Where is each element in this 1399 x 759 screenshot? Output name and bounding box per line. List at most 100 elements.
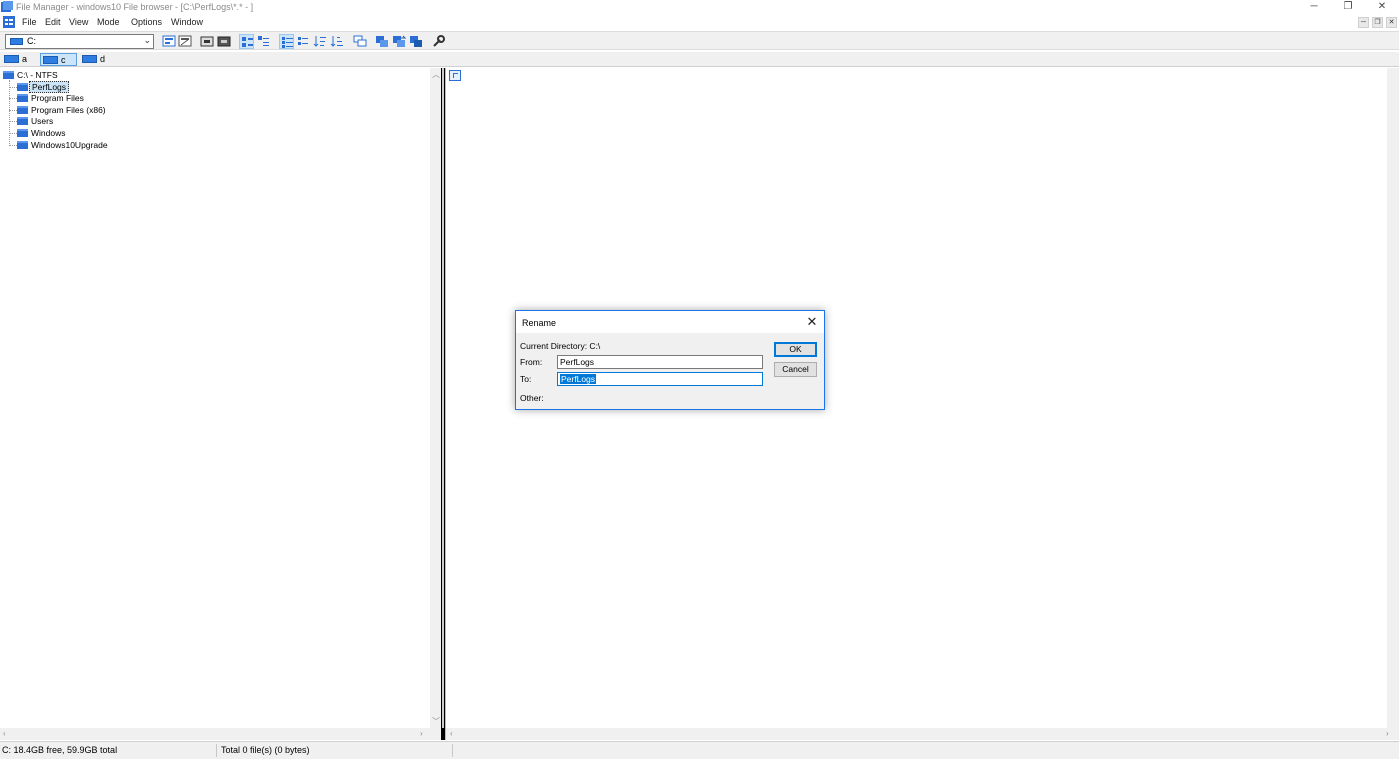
tree-item-label: Program Files [31, 93, 84, 103]
rename-dialog: Rename ✕ Current Directory: C:\ From: Pe… [515, 310, 825, 410]
file-manager-window: File Manager - windows10 File browser - … [0, 0, 1399, 759]
copy-icon[interactable] [375, 34, 390, 49]
sort-type-icon[interactable] [313, 34, 328, 49]
splitter-gap [442, 68, 444, 728]
drive-icon [10, 38, 23, 45]
drive-c-label: c [61, 55, 66, 65]
floppy-drive-icon [4, 55, 19, 63]
mdi-close-button[interactable]: ✕ [1386, 17, 1397, 28]
tree-vertical-scrollbar[interactable]: ︿ ﹀ [430, 68, 441, 728]
to-field[interactable]: PerfLogs [557, 372, 763, 386]
folder-icon [17, 129, 28, 137]
menu-options[interactable]: Options [131, 17, 162, 27]
drive-select[interactable]: C: ⌄ [5, 34, 154, 49]
mdi-restore-button[interactable]: ❐ [1372, 17, 1383, 28]
scroll-up-icon[interactable]: ︿ [432, 69, 440, 80]
tree-item-label: Program Files (x86) [31, 105, 106, 115]
menu-view[interactable]: View [69, 17, 88, 27]
status-divider [452, 744, 453, 757]
sort-name-icon[interactable] [296, 34, 311, 49]
tree-connector [9, 80, 10, 146]
drive-select-value: C: [27, 36, 36, 46]
tree-item-label: PerfLogs [29, 81, 70, 93]
menu-file[interactable]: File [22, 17, 37, 27]
tree-dir-icon[interactable] [239, 34, 254, 49]
child-window-icon[interactable] [3, 16, 15, 28]
scroll-right-icon[interactable]: › [420, 729, 423, 738]
tree-item-label: Windows [31, 128, 66, 138]
minimize-button[interactable]: ─ [1297, 0, 1331, 15]
connect-net-icon[interactable] [162, 34, 177, 49]
tree-connector [9, 98, 17, 99]
parent-directory-icon[interactable] [449, 70, 461, 81]
ok-button[interactable]: OK [774, 342, 817, 357]
hard-drive-icon [43, 56, 58, 64]
status-bar: C: 18.4GB free, 59.9GB total Total 0 fil… [0, 741, 1399, 759]
status-divider [216, 744, 217, 757]
delete-icon[interactable] [409, 34, 424, 49]
stop-share-icon[interactable] [217, 34, 232, 49]
folder-icon [17, 106, 28, 114]
tree-connector [9, 121, 17, 122]
cd-drive-icon [82, 55, 97, 63]
other-label: Other: [520, 393, 544, 403]
options-wrench-icon[interactable] [431, 34, 446, 49]
file-horizontal-scrollbar[interactable]: ‹ › [446, 728, 1399, 740]
file-count-status: Total 0 file(s) (0 bytes) [221, 745, 310, 755]
chevron-down-icon[interactable]: ⌄ [143, 35, 151, 46]
drive-d-label: d [100, 54, 106, 64]
toolbar: C: ⌄ [0, 31, 1399, 50]
from-field[interactable]: PerfLogs [557, 355, 763, 369]
dialog-title-bar: Rename ✕ [516, 311, 824, 333]
to-field-value: PerfLogs [560, 374, 597, 384]
menu-window[interactable]: Window [171, 17, 203, 27]
file-manager-app-icon [1, 1, 13, 12]
mdi-minimize-button[interactable]: ─ [1358, 17, 1369, 28]
scroll-down-icon[interactable]: ﹀ [432, 716, 440, 727]
drive-bar: a c d [0, 52, 1399, 67]
drive-c-button[interactable]: c [40, 53, 77, 66]
drive-a-label: a [22, 54, 28, 64]
disk-space-status: C: 18.4GB free, 59.9GB total [2, 745, 118, 755]
tree-item-label: Users [31, 116, 54, 126]
drive-d-button[interactable]: d [80, 53, 110, 66]
window-title: File Manager - windows10 File browser - … [16, 2, 254, 12]
dialog-title: Rename [522, 318, 557, 328]
tree-root-label: C:\ - NTFS [17, 70, 58, 80]
name-view-icon[interactable] [279, 34, 294, 49]
from-field-value: PerfLogs [560, 357, 595, 367]
dialog-close-icon[interactable]: ✕ [804, 314, 820, 330]
menu-edit[interactable]: Edit [45, 17, 61, 27]
tree-connector [9, 110, 17, 111]
tree-item-label: Windows10Upgrade [31, 140, 108, 150]
folder-icon [17, 83, 28, 91]
tree-connector [9, 145, 17, 146]
drive-a-button[interactable]: a [2, 53, 32, 66]
folder-icon [17, 117, 28, 125]
close-button[interactable]: ✕ [1365, 0, 1399, 15]
sort-size-icon[interactable] [330, 34, 345, 49]
cancel-button[interactable]: Cancel [774, 362, 817, 377]
to-label: To: [520, 374, 532, 384]
new-window-icon[interactable] [353, 34, 368, 49]
tree-connector [9, 133, 17, 134]
restore-button[interactable]: ❐ [1331, 0, 1365, 15]
folder-icon [17, 94, 28, 102]
scroll-right-icon[interactable]: › [1386, 729, 1389, 738]
tree-only-icon[interactable] [256, 34, 271, 49]
menu-bar: File Edit View Mode Options Window ─ ❐ ✕ [0, 15, 1399, 30]
file-vertical-scrollbar[interactable] [1387, 68, 1399, 728]
directory-tree-pane[interactable]: C:\ - NTFS PerfLogs Program Files Progra… [0, 68, 441, 740]
current-directory-label: Current Directory: C:\ [520, 341, 601, 351]
from-label: From: [520, 357, 543, 367]
title-bar: File Manager - windows10 File browser - … [0, 0, 1399, 15]
folder-open-icon [3, 71, 14, 79]
share-icon[interactable] [200, 34, 215, 49]
scroll-left-icon[interactable]: ‹ [3, 729, 6, 738]
folder-icon [17, 141, 28, 149]
move-icon[interactable] [392, 34, 407, 49]
disconnect-net-icon[interactable] [178, 34, 193, 49]
scroll-left-icon[interactable]: ‹ [450, 729, 453, 738]
tree-horizontal-scrollbar[interactable]: ‹ › [0, 728, 441, 740]
menu-mode[interactable]: Mode [97, 17, 120, 27]
